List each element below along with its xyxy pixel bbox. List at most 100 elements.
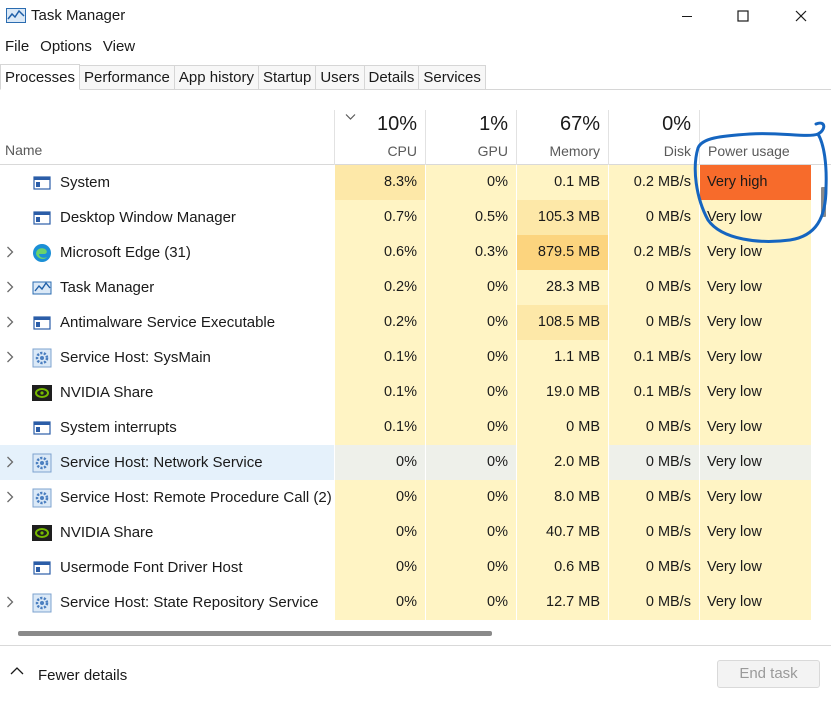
tab-processes[interactable]: Processes	[0, 64, 81, 90]
table-row[interactable]: System interrupts 0.1% 0% 0 MB 0 MB/s Very lo…	[0, 410, 818, 445]
table-row[interactable]: NVIDIA Share 0% 0% 40.7 MB 0 MB/s Very low	[0, 515, 818, 550]
chevron-right-icon[interactable]	[6, 595, 18, 609]
tab-details[interactable]: Details	[364, 65, 420, 90]
gear-icon	[32, 593, 52, 613]
gpu-cell: 0%	[425, 165, 516, 200]
memory-cell: 12.7 MB	[516, 585, 608, 620]
power-cell: Very low	[699, 235, 811, 270]
column-power-header[interactable]: Power usage	[699, 110, 818, 165]
memory-cell: 0.1 MB	[516, 165, 608, 200]
table-row[interactable]: Usermode Font Driver Host 0% 0% 0.6 MB 0 MB/…	[0, 550, 818, 585]
tab-app-history[interactable]: App history	[174, 65, 259, 90]
disk-cell: 0.1 MB/s	[608, 375, 699, 410]
memory-cell: 105.3 MB	[516, 200, 608, 235]
disk-total: 0%	[662, 113, 691, 135]
menu-options[interactable]: Options	[35, 36, 98, 58]
disk-cell: 0 MB/s	[608, 200, 699, 235]
cpu-cell: 0.1%	[334, 375, 425, 410]
table-row[interactable]: Antimalware Service Executable 0.2% 0% 108.…	[0, 305, 818, 340]
chevron-right-icon[interactable]	[6, 490, 18, 504]
horizontal-scrollbar[interactable]	[0, 625, 818, 639]
process-name-cell[interactable]: Service Host: State Repository Service	[0, 585, 334, 620]
end-task-button[interactable]: End task	[717, 660, 820, 688]
gpu-cell: 0%	[425, 340, 516, 375]
disk-cell: 0 MB/s	[608, 515, 699, 550]
column-name-header[interactable]: Name	[5, 142, 42, 158]
disk-cell: 0 MB/s	[608, 550, 699, 585]
chevron-right-icon[interactable]	[6, 455, 18, 469]
process-name-cell[interactable]: Task Manager	[0, 270, 334, 305]
system-window-icon	[32, 173, 52, 193]
process-name-cell[interactable]: Service Host: Remote Procedure Call (2)	[0, 480, 334, 515]
gpu-cell: 0%	[425, 480, 516, 515]
process-name-cell[interactable]: System	[0, 165, 334, 200]
table-row[interactable]: Desktop Window Manager 0.7% 0.5% 105.3 MB 0 …	[0, 200, 818, 235]
disk-cell: 0.1 MB/s	[608, 340, 699, 375]
tab-users[interactable]: Users	[316, 65, 365, 90]
power-cell: Very low	[699, 515, 811, 550]
memory-cell: 879.5 MB	[516, 235, 608, 270]
menu-file[interactable]: File	[0, 36, 35, 58]
power-cell: Very low	[699, 270, 811, 305]
process-name-cell[interactable]: Service Host: SysMain	[0, 340, 334, 375]
system-window-icon	[32, 558, 52, 578]
maximize-button[interactable]	[715, 0, 771, 32]
process-name: Desktop Window Manager	[60, 209, 236, 226]
cpu-cell: 0.6%	[334, 235, 425, 270]
memory-cell: 0.6 MB	[516, 550, 608, 585]
memory-cell: 1.1 MB	[516, 340, 608, 375]
power-cell: Very low	[699, 550, 811, 585]
process-name-cell[interactable]: Usermode Font Driver Host	[0, 550, 334, 585]
table-row[interactable]: Service Host: State Repository Service 0%…	[0, 585, 818, 620]
gpu-cell: 0%	[425, 550, 516, 585]
table-row[interactable]: Task Manager 0.2% 0% 28.3 MB 0 MB/s Very low	[0, 270, 818, 305]
process-name-cell[interactable]: Antimalware Service Executable	[0, 305, 334, 340]
chevron-right-icon[interactable]	[6, 350, 18, 364]
column-header: Name 10% CPU 1% GPU 67% Memory 0% Disk P…	[0, 110, 831, 165]
chevron-right-icon[interactable]	[6, 315, 18, 329]
process-name-cell[interactable]: Desktop Window Manager	[0, 200, 334, 235]
menu-view[interactable]: View	[98, 36, 141, 58]
column-memory-header[interactable]: 67% Memory	[516, 110, 608, 165]
process-name-cell[interactable]: Microsoft Edge (31)	[0, 235, 334, 270]
gear-icon	[32, 488, 52, 508]
table-row[interactable]: Service Host: Remote Procedure Call (2) 0…	[0, 480, 818, 515]
task-manager-icon	[6, 8, 26, 23]
chevron-up-icon[interactable]	[10, 666, 24, 676]
table-row[interactable]: Service Host: Network Service 0% 0% 2.0 MB 0…	[0, 445, 818, 480]
power-cell: Very low	[699, 480, 811, 515]
close-button[interactable]	[773, 0, 829, 32]
process-name-cell[interactable]: NVIDIA Share	[0, 375, 334, 410]
gpu-total: 1%	[479, 113, 508, 135]
tab-services[interactable]: Services	[419, 65, 486, 90]
task-manager-icon	[32, 278, 52, 298]
menu-bar: File Options View	[0, 36, 141, 58]
table-row[interactable]: System 8.3% 0% 0.1 MB 0.2 MB/s Very high	[0, 165, 818, 200]
tab-strip: Processes Performance App history Startu…	[0, 64, 831, 90]
process-name: System interrupts	[60, 419, 177, 436]
gpu-label: GPU	[477, 143, 508, 159]
minimize-button[interactable]	[659, 0, 715, 32]
vertical-scroll-thumb[interactable]	[821, 187, 826, 217]
horizontal-scroll-thumb[interactable]	[18, 631, 492, 636]
vertical-scrollbar[interactable]	[818, 165, 831, 620]
process-name-cell[interactable]: Service Host: Network Service	[0, 445, 334, 480]
column-cpu-header[interactable]: 10% CPU	[334, 110, 425, 165]
system-window-icon	[32, 418, 52, 438]
title-bar: Task Manager	[0, 0, 831, 32]
chevron-right-icon[interactable]	[6, 245, 18, 259]
cpu-cell: 0.2%	[334, 305, 425, 340]
tab-startup[interactable]: Startup	[258, 65, 317, 90]
process-name-cell[interactable]: NVIDIA Share	[0, 515, 334, 550]
table-row[interactable]: Microsoft Edge (31) 0.6% 0.3% 879.5 MB 0.2 M…	[0, 235, 818, 270]
process-name-cell[interactable]: System interrupts	[0, 410, 334, 445]
tab-performance[interactable]: Performance	[80, 65, 175, 90]
column-disk-header[interactable]: 0% Disk	[608, 110, 699, 165]
table-row[interactable]: Service Host: SysMain 0.1% 0% 1.1 MB 0.1 MB/…	[0, 340, 818, 375]
chevron-right-icon[interactable]	[6, 280, 18, 294]
table-row[interactable]: NVIDIA Share 0.1% 0% 19.0 MB 0.1 MB/s Very lo…	[0, 375, 818, 410]
column-gpu-header[interactable]: 1% GPU	[425, 110, 516, 165]
nvidia-icon	[32, 523, 52, 543]
memory-cell: 108.5 MB	[516, 305, 608, 340]
fewer-details-link[interactable]: Fewer details	[38, 667, 127, 684]
